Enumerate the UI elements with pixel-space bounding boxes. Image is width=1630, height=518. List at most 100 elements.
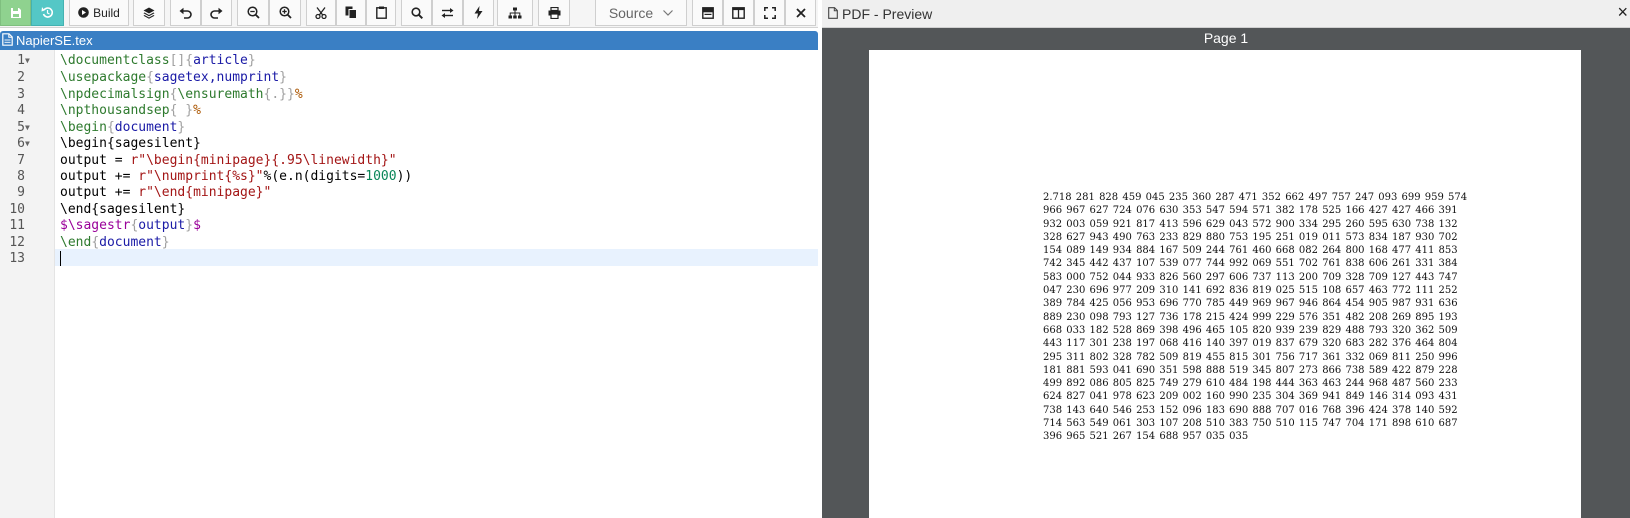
source-label: Source: [608, 4, 654, 21]
single-pane-icon: [701, 6, 714, 19]
pdf-text-line: 154 089 149 934 884 167 509 244 761 460 …: [1043, 245, 1458, 257]
code-line: \end{document}: [60, 235, 170, 250]
redo-button[interactable]: [201, 0, 232, 26]
undo-button[interactable]: [170, 0, 201, 26]
layers-icon: [143, 7, 155, 19]
code-line: output += r"\end{minipage}": [60, 185, 272, 200]
zoom-out-icon: [246, 6, 260, 19]
cut-button[interactable]: [306, 0, 336, 26]
toolbar: Build Source: [0, 0, 818, 28]
fold-arrow-icon[interactable]: ▼: [25, 119, 30, 136]
fold-arrow-icon[interactable]: ▼: [25, 135, 30, 152]
code-line: \npdecimalsign{\ensuremath{.}}%: [60, 87, 303, 102]
pdf-text-line: 714 563 549 061 303 107 208 510 383 750 …: [1043, 418, 1458, 430]
pdf-digit-block: 2.718 281 828 459 045 235 360 287 471 35…: [1043, 191, 1468, 444]
code-line: \begin{sagesilent}: [60, 136, 201, 151]
pdf-text-line: 328 627 943 490 763 233 829 880 753 195 …: [1043, 231, 1458, 243]
gutter-line: 8: [17, 169, 25, 184]
zoom-out-button[interactable]: [237, 0, 269, 26]
revert-button[interactable]: [31, 0, 64, 26]
pdf-text-line: 047 230 696 977 209 310 141 692 836 819 …: [1043, 285, 1458, 297]
gutter-line: 3: [17, 87, 25, 102]
pdf-text-line: 389 784 425 056 953 696 770 785 449 969 …: [1043, 298, 1458, 310]
preview-title: PDF - Preview: [842, 5, 933, 22]
bolt-icon: [474, 6, 483, 19]
gutter-line: 7: [17, 153, 25, 168]
code-line: \begin{document}: [60, 120, 186, 135]
code-line: output += r"\numprint{%s}"%(e.n(digits=1…: [60, 169, 413, 184]
layers-button[interactable]: [133, 0, 165, 26]
gutter-line: 2: [17, 70, 25, 85]
split-pane-button[interactable]: [723, 0, 754, 26]
code-line: \npthousandsep{ }%: [60, 103, 201, 118]
gutter-line: 5 ▼: [17, 119, 30, 136]
close-button[interactable]: [785, 0, 816, 26]
file-tab[interactable]: NapierSE.tex: [0, 31, 818, 50]
gutter-line: 6 ▼: [17, 135, 30, 152]
pdf-text-line: 624 827 041 978 623 209 002 160 990 235 …: [1043, 391, 1458, 403]
paste-button[interactable]: [366, 0, 396, 26]
play-icon: [78, 7, 89, 18]
split-pane-icon: [732, 6, 745, 19]
gutter-line: 13: [9, 251, 25, 266]
gutter-line: 12: [9, 235, 25, 250]
pdf-text-line: 742 345 442 437 107 539 077 744 992 069 …: [1043, 258, 1458, 270]
pdf-preview-panel: PDF - Preview × Page 1 2.718 281 828 459…: [822, 0, 1630, 518]
fullscreen-icon: [763, 6, 776, 19]
save-icon: [10, 7, 21, 18]
undo-icon: [179, 7, 192, 19]
zoom-in-button[interactable]: [269, 0, 301, 26]
replace-button[interactable]: [432, 0, 463, 26]
pdf-text-line: 966 967 627 724 076 630 353 547 594 571 …: [1043, 205, 1458, 217]
search-button[interactable]: [401, 0, 432, 26]
pdf-text-line: 738 143 640 546 253 152 096 183 690 888 …: [1043, 404, 1458, 416]
gutter-line: 9: [17, 185, 25, 200]
pdf-file-icon: [828, 6, 838, 22]
zoom-in-icon: [278, 6, 292, 19]
pdf-text-line: 443 117 301 238 197 068 416 140 397 019 …: [1043, 338, 1458, 350]
close-icon: [795, 7, 806, 18]
text-caret: [60, 251, 61, 266]
copy-icon: [345, 6, 357, 19]
pdf-text-line: 295 311 802 328 782 509 819 455 815 301 …: [1043, 351, 1458, 363]
quick-build-button[interactable]: [463, 0, 494, 26]
search-icon: [410, 6, 423, 19]
save-button[interactable]: [0, 0, 31, 26]
gutter-line: 11: [9, 218, 25, 233]
structure-button[interactable]: [497, 0, 533, 26]
revert-icon: [41, 7, 54, 18]
fullscreen-button[interactable]: [754, 0, 785, 26]
build-label: Build: [93, 5, 120, 20]
print-button[interactable]: [538, 0, 570, 26]
pdf-text-line: 668 033 182 528 869 398 496 465 105 820 …: [1043, 324, 1458, 336]
code-line: \usepackage{sagetex,numprint}: [60, 70, 287, 85]
redo-icon: [210, 7, 223, 19]
gutter-line: 10: [9, 202, 25, 217]
code-line: output = r"\begin{minipage}{.95\linewidt…: [60, 153, 397, 168]
current-line-highlight: [55, 249, 818, 266]
code-line: $\sagestr{output}$: [60, 218, 201, 233]
code-editor[interactable]: 1 ▼ 2 3 4 5 ▼ 6 ▼ 7 8 9 10 11 12 13 \docume…: [0, 50, 818, 518]
preview-header: PDF - Preview ×: [822, 0, 1630, 28]
single-pane-button[interactable]: [692, 0, 723, 26]
pdf-text-line: 181 881 593 041 690 351 598 888 519 345 …: [1043, 364, 1458, 376]
file-icon: [2, 32, 13, 49]
pdf-page: 2.718 281 828 459 045 235 360 287 471 35…: [869, 50, 1581, 518]
pdf-text-line: 2.718 281 828 459 045 235 360 287 471 35…: [1043, 192, 1468, 203]
fold-arrow-icon[interactable]: ▼: [25, 52, 30, 69]
gutter-line: 1 ▼: [17, 52, 30, 69]
code-line: \end{sagesilent}: [60, 202, 186, 217]
file-tab-label: NapierSE.tex: [16, 33, 93, 48]
pdf-text-line: 583 000 752 044 933 826 560 297 606 737 …: [1043, 271, 1458, 283]
view-mode-select[interactable]: Source: [595, 0, 687, 26]
chevron-down-icon: [663, 7, 674, 19]
pdf-text-line: 889 230 098 793 127 736 178 215 424 999 …: [1043, 311, 1458, 323]
copy-button[interactable]: [336, 0, 366, 26]
close-preview-icon[interactable]: ×: [1617, 2, 1628, 23]
build-button[interactable]: Build: [69, 0, 129, 26]
pdf-text-line: 396 965 521 267 154 688 957 035 035: [1043, 431, 1249, 443]
print-icon: [548, 6, 560, 19]
line-number-gutter: 1 ▼ 2 3 4 5 ▼ 6 ▼ 7 8 9 10 11 12 13: [0, 50, 55, 518]
pdf-text-line: 499 892 086 805 825 749 279 610 484 198 …: [1043, 378, 1458, 390]
gutter-line: 4: [17, 103, 25, 118]
